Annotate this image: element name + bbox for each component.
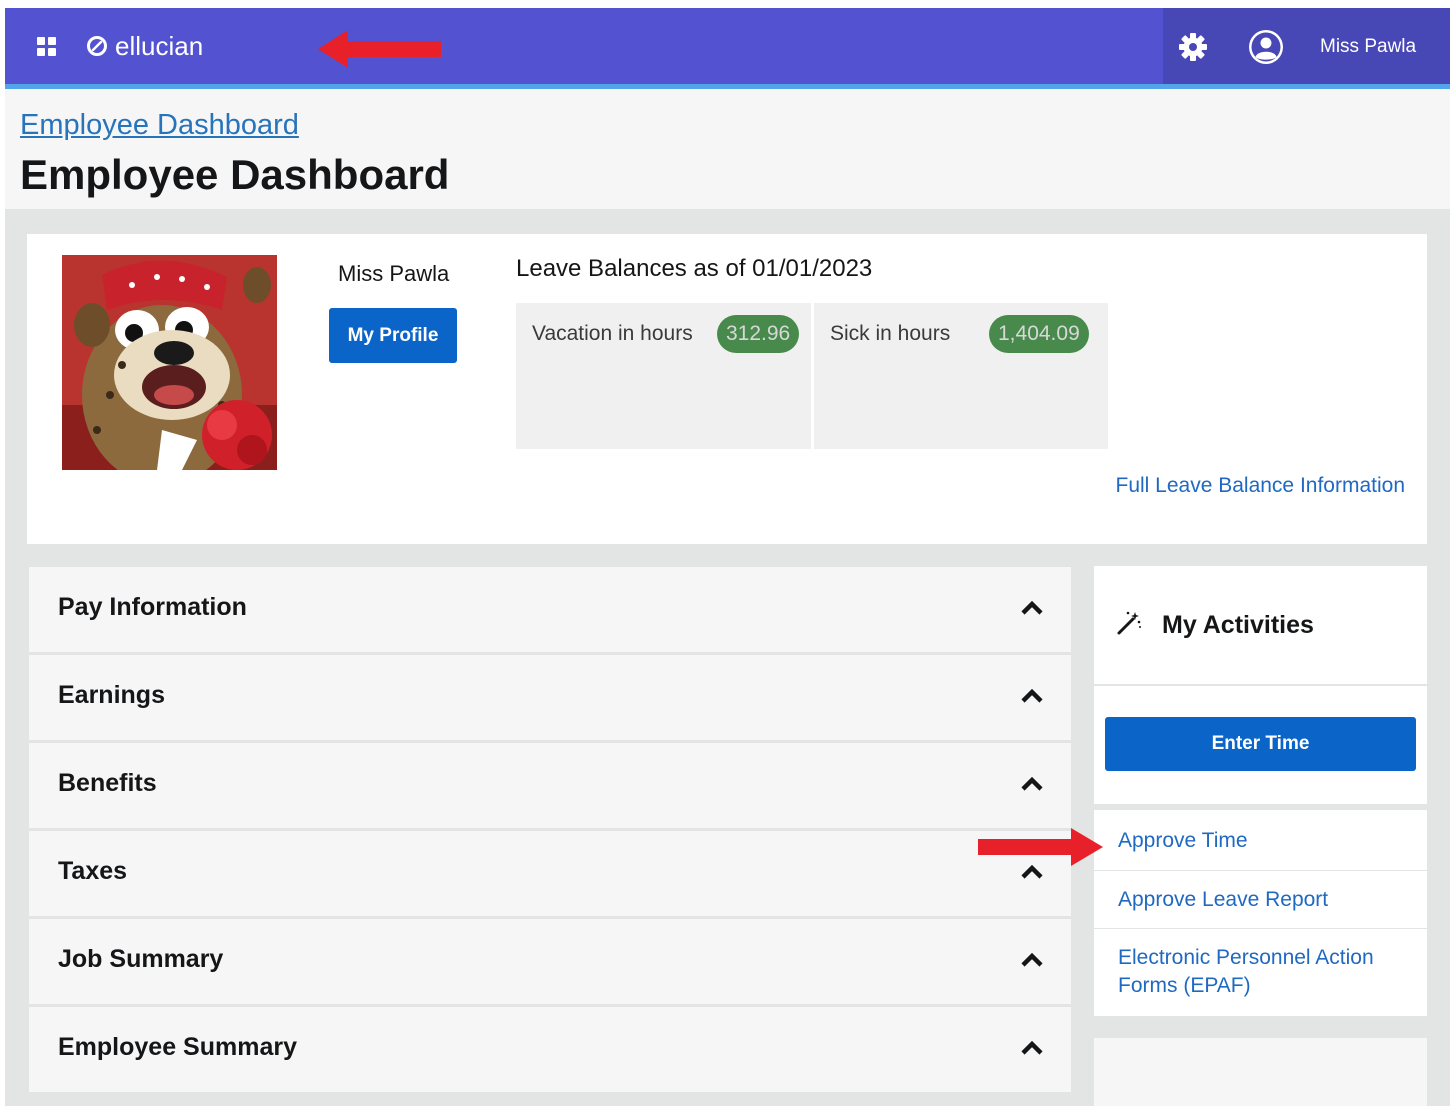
page-title: Employee Dashboard [20, 151, 450, 198]
my-profile-button[interactable]: My Profile [329, 308, 457, 363]
top-bar: ellucian Miss Pawla [5, 8, 1450, 84]
leave-label: Vacation in hours [532, 322, 693, 345]
user-circle-icon[interactable] [1247, 28, 1285, 66]
brand-name: ellucian [115, 30, 204, 61]
leave-label: Sick in hours [830, 322, 951, 345]
section-pay-information[interactable]: Pay Information [29, 567, 1071, 652]
leave-balances-title: Leave Balances as of 01/01/2023 [516, 255, 873, 282]
full-leave-balance-link[interactable]: Full Leave Balance Information [1116, 474, 1406, 498]
chevron-up-icon[interactable] [1021, 1040, 1043, 1056]
section-label: Earnings [58, 681, 165, 709]
profile-card: Miss Pawla My Profile Leave Balances as … [27, 234, 1427, 544]
epaf-link[interactable]: Electronic Personnel Action Forms (EPAF) [1118, 944, 1398, 1000]
leave-tile-sick: Sick in hours 1,404.09 [814, 303, 1108, 449]
my-activities-panel: My Activities Enter Time Approve Time Ap… [1094, 566, 1427, 1016]
profile-name: Miss Pawla [338, 261, 450, 286]
chevron-up-icon[interactable] [1021, 776, 1043, 792]
chevron-up-icon[interactable] [1021, 688, 1043, 704]
user-area: Miss Pawla [1163, 8, 1450, 84]
divider [1094, 804, 1427, 810]
user-name[interactable]: Miss Pawla [1320, 36, 1416, 58]
section-label: Employee Summary [58, 1033, 297, 1061]
enter-time-button[interactable]: Enter Time [1105, 717, 1416, 771]
section-employee-summary[interactable]: Employee Summary [29, 1007, 1071, 1092]
activities-header: My Activities [1094, 566, 1427, 686]
ellucian-logo[interactable]: ellucian [87, 30, 203, 62]
section-label: Job Summary [58, 945, 224, 973]
annotation-arrow-right-icon [978, 828, 1103, 866]
gear-icon[interactable] [1178, 32, 1208, 62]
section-earnings[interactable]: Earnings [29, 655, 1071, 740]
section-job-summary[interactable]: Job Summary [29, 919, 1071, 1004]
app-frame: ellucian Miss Pawla Employee Dashboard E… [5, 8, 1450, 1106]
section-label: Taxes [58, 857, 128, 885]
magic-wand-icon [1117, 611, 1141, 635]
section-taxes[interactable]: Taxes [29, 831, 1071, 916]
divider [1094, 928, 1427, 929]
section-label: Benefits [58, 769, 157, 797]
apps-grid-icon[interactable] [37, 37, 57, 57]
leave-tile-vacation: Vacation in hours 312.96 [516, 303, 811, 449]
approve-time-link[interactable]: Approve Time [1118, 827, 1248, 855]
leave-value-badge: 1,404.09 [989, 315, 1089, 353]
activities-title: My Activities [1162, 611, 1314, 639]
dashboard-sections: Pay Information Earnings Benefits Taxes … [29, 567, 1071, 1095]
ellucian-logo-icon [87, 36, 107, 56]
annotation-arrow-left-icon [318, 30, 441, 68]
chevron-up-icon[interactable] [1021, 600, 1043, 616]
breadcrumb[interactable]: Employee Dashboard [20, 109, 299, 142]
approve-leave-report-link[interactable]: Approve Leave Report [1118, 886, 1328, 914]
section-label: Pay Information [58, 593, 247, 621]
section-benefits[interactable]: Benefits [29, 743, 1071, 828]
avatar [62, 255, 277, 470]
leave-value-badge: 312.96 [717, 315, 800, 353]
activities-footer-area [1094, 1038, 1427, 1106]
page-header: Employee Dashboard Employee Dashboard [5, 89, 1450, 209]
chevron-up-icon[interactable] [1021, 952, 1043, 968]
divider [1094, 870, 1427, 871]
